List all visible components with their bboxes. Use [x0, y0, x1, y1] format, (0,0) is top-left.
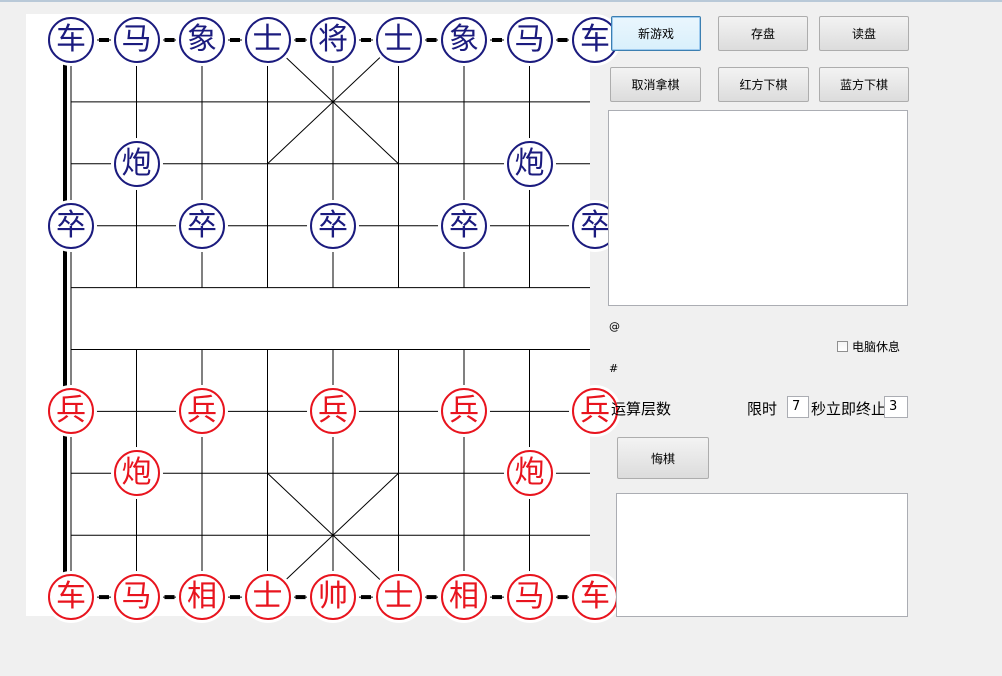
red-piece[interactable]: 车: [48, 574, 94, 621]
hash-label: #: [609, 362, 619, 375]
chess-board[interactable]: 车马象士将士象马车炮炮卒卒卒卒卒兵兵兵兵兵炮炮车马相士帅士相马车: [26, 14, 618, 621]
new-game-button[interactable]: 新游戏: [611, 16, 701, 51]
load-game-button[interactable]: 读盘: [819, 16, 909, 51]
blue-piece[interactable]: 炮: [506, 140, 553, 187]
red-piece[interactable]: 马: [113, 574, 160, 621]
time-limit-label: 限时: [747, 400, 778, 418]
blue-piece[interactable]: 士: [244, 17, 291, 63]
at-label: @: [609, 320, 620, 333]
blue-piece[interactable]: 卒: [441, 202, 487, 249]
red-piece[interactable]: 士: [375, 574, 422, 621]
blue-piece[interactable]: 象: [179, 17, 225, 63]
blue-piece[interactable]: 卒: [310, 202, 356, 249]
cancel-pick-button[interactable]: 取消拿棋: [610, 67, 701, 102]
move-log-textbox[interactable]: [608, 110, 908, 306]
computer-rest-checkbox[interactable]: 电脑休息: [837, 338, 900, 355]
blue-piece[interactable]: 卒: [179, 202, 225, 249]
blue-piece[interactable]: 马: [113, 17, 160, 63]
blue-piece[interactable]: 象: [441, 17, 487, 63]
time-limit-input[interactable]: 7: [787, 396, 809, 418]
board-grid: [63, 38, 590, 600]
computer-rest-label: 电脑休息: [852, 340, 901, 354]
search-depth-label: 运算层数: [611, 400, 672, 418]
save-game-button[interactable]: 存盘: [718, 16, 808, 51]
red-piece[interactable]: 炮: [113, 450, 160, 497]
info-textbox[interactable]: [616, 493, 908, 617]
stop-label: 秒立即终止: [811, 400, 887, 418]
checkbox-box[interactable]: [837, 341, 848, 352]
undo-button[interactable]: 悔棋: [617, 437, 709, 479]
blue-move-button[interactable]: 蓝方下棋: [819, 67, 909, 102]
blue-piece[interactable]: 卒: [48, 202, 94, 249]
red-move-button[interactable]: 红方下棋: [718, 67, 809, 102]
red-piece[interactable]: 相: [179, 574, 225, 621]
red-piece[interactable]: 马: [506, 574, 553, 621]
window-top-border: [0, 0, 1002, 2]
red-piece[interactable]: 士: [244, 574, 291, 621]
red-piece[interactable]: 帅: [310, 574, 356, 621]
stop-input[interactable]: 3: [884, 396, 908, 418]
blue-piece[interactable]: 炮: [113, 140, 160, 187]
red-piece[interactable]: 炮: [506, 450, 553, 497]
red-piece[interactable]: 车: [572, 574, 618, 621]
blue-piece[interactable]: 将: [310, 17, 356, 63]
blue-piece[interactable]: 士: [375, 17, 422, 63]
blue-piece[interactable]: 马: [506, 17, 553, 63]
blue-piece[interactable]: 车: [48, 17, 94, 63]
red-piece[interactable]: 相: [441, 574, 487, 621]
